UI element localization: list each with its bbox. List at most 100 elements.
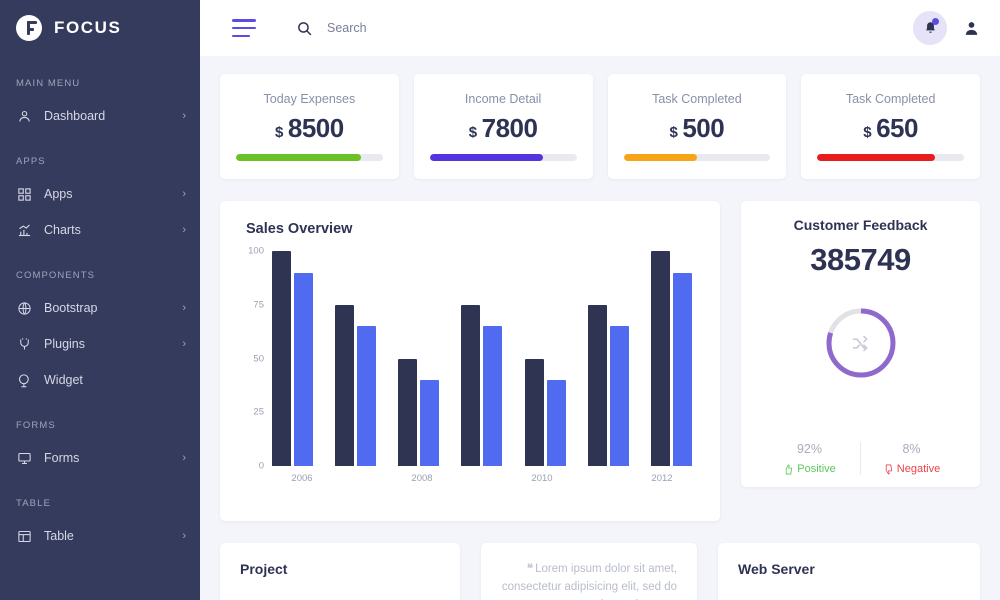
sidebar-item-label: Table	[44, 529, 182, 543]
sidebar-item-dashboard[interactable]: Dashboard ›	[0, 98, 200, 134]
positive-percent: 92%	[797, 442, 822, 456]
positive-tag: Positive	[783, 463, 836, 475]
stat-value: $ 650	[863, 113, 918, 144]
web-server-card: Web Server	[718, 543, 980, 600]
shuffle-icon	[822, 304, 900, 382]
sidebar-item-plugins[interactable]: Plugins ›	[0, 326, 200, 362]
sidebar-section-components: COMPONENTS	[0, 270, 200, 281]
y-axis-tick-label: 0	[234, 461, 264, 472]
sidebar-item-forms[interactable]: Forms ›	[0, 440, 200, 476]
stat-value: $ 8500	[275, 113, 344, 144]
search-input[interactable]	[327, 21, 547, 35]
web-server-title: Web Server	[738, 561, 960, 577]
negative-label: Negative	[897, 463, 940, 475]
stat-value: $ 7800	[469, 113, 538, 144]
hamburger-icon[interactable]	[232, 19, 256, 37]
bar-group	[588, 251, 629, 466]
chart-bar	[610, 326, 629, 466]
sidebar-item-charts[interactable]: Charts ›	[0, 212, 200, 248]
widget-icon	[16, 372, 33, 389]
sidebar-section-table: TABLE	[0, 498, 200, 509]
progress-bar-track	[236, 154, 383, 161]
x-axis-tick-label: 2008	[411, 473, 432, 484]
topbar-actions	[913, 11, 980, 45]
currency-symbol: $	[469, 124, 477, 141]
chart-bar	[588, 305, 607, 466]
project-title: Project	[240, 561, 440, 577]
quote-text: ❝Lorem ipsum dolor sit amet, consectetur…	[501, 561, 677, 600]
thumbs-down-icon	[883, 464, 894, 475]
feedback-donut-chart	[822, 304, 900, 382]
chart-bar	[651, 251, 670, 466]
currency-symbol: $	[863, 124, 871, 141]
negative-tag: Negative	[883, 463, 940, 475]
chart-bar	[294, 273, 313, 467]
x-axis-tick-label: 2006	[291, 473, 312, 484]
chart-bar	[420, 380, 439, 466]
chart-bar	[525, 359, 544, 467]
bar-group	[461, 251, 502, 466]
stat-title: Income Detail	[465, 92, 541, 106]
chart-bar	[673, 273, 692, 467]
feedback-breakdown: 92% Positive 8%	[759, 436, 962, 475]
stat-title: Task Completed	[652, 92, 742, 106]
search-bar[interactable]	[296, 20, 547, 37]
content-area: Today Expenses $ 8500 Income Detail $ 78…	[200, 56, 1000, 600]
brand-name: FOCUS	[54, 18, 122, 38]
chevron-right-icon: ›	[182, 531, 186, 542]
stat-value: $ 500	[670, 113, 725, 144]
thumbs-up-icon	[783, 464, 794, 475]
chart-bar	[335, 305, 354, 466]
sidebar-item-widget[interactable]: Widget	[0, 362, 200, 398]
brand[interactable]: FOCUS	[0, 0, 200, 56]
stat-card-today-expenses: Today Expenses $ 8500	[220, 74, 399, 179]
positive-label: Positive	[797, 463, 836, 475]
customer-feedback-card: Customer Feedback 385749 92%	[741, 201, 980, 487]
main-area: Today Expenses $ 8500 Income Detail $ 78…	[200, 0, 1000, 600]
sidebar-item-apps[interactable]: Apps ›	[0, 176, 200, 212]
stat-card-task-completed-1: Task Completed $ 500	[608, 74, 787, 179]
sidebar-item-table[interactable]: Table ›	[0, 518, 200, 554]
chevron-right-icon: ›	[182, 111, 186, 122]
chart-bar	[483, 326, 502, 466]
sidebar-item-label: Bootstrap	[44, 301, 182, 315]
feedback-title: Customer Feedback	[794, 217, 928, 233]
chart-bar	[547, 380, 566, 466]
sidebar-item-bootstrap[interactable]: Bootstrap ›	[0, 290, 200, 326]
plug-icon	[16, 336, 33, 353]
stat-amount: 650	[876, 113, 918, 144]
progress-bar-track	[430, 154, 577, 161]
stat-amount: 500	[682, 113, 724, 144]
feedback-positive: 92% Positive	[759, 442, 860, 475]
stat-title: Task Completed	[846, 92, 936, 106]
page-title-sales-overview: Sales Overview	[234, 217, 706, 237]
x-axis-tick-label: 2010	[531, 473, 552, 484]
bar-group	[398, 251, 439, 466]
bar-group	[272, 251, 313, 466]
sidebar-item-label: Apps	[44, 187, 182, 201]
negative-percent: 8%	[902, 442, 920, 456]
project-card: Project	[220, 543, 460, 600]
chart-bar	[272, 251, 291, 466]
sales-bar-chart: 0255075100 2006200820102012	[234, 251, 706, 511]
quote-card: ❝Lorem ipsum dolor sit amet, consectetur…	[481, 543, 697, 600]
chart-bar	[398, 359, 417, 467]
y-axis-tick-label: 100	[234, 246, 264, 257]
user-avatar-icon[interactable]	[963, 20, 980, 37]
middle-row: Sales Overview 0255075100 20062008201020…	[220, 201, 980, 521]
y-axis-tick-label: 75	[234, 299, 264, 310]
notifications-button[interactable]	[913, 11, 947, 45]
chevron-right-icon: ›	[182, 339, 186, 350]
sidebar-item-label: Dashboard	[44, 109, 182, 123]
sidebar-item-label: Plugins	[44, 337, 182, 351]
sidebar-item-label: Charts	[44, 223, 182, 237]
chevron-right-icon: ›	[182, 189, 186, 200]
stat-amount: 7800	[482, 113, 538, 144]
progress-bar-track	[624, 154, 771, 161]
chart-bar	[461, 305, 480, 466]
app-root: FOCUS MAIN MENU Dashboard › APPS Apps › …	[0, 0, 1000, 600]
table-icon	[16, 528, 33, 545]
stat-cards-row: Today Expenses $ 8500 Income Detail $ 78…	[220, 74, 980, 179]
user-icon	[16, 108, 33, 125]
progress-bar-fill	[430, 154, 543, 161]
